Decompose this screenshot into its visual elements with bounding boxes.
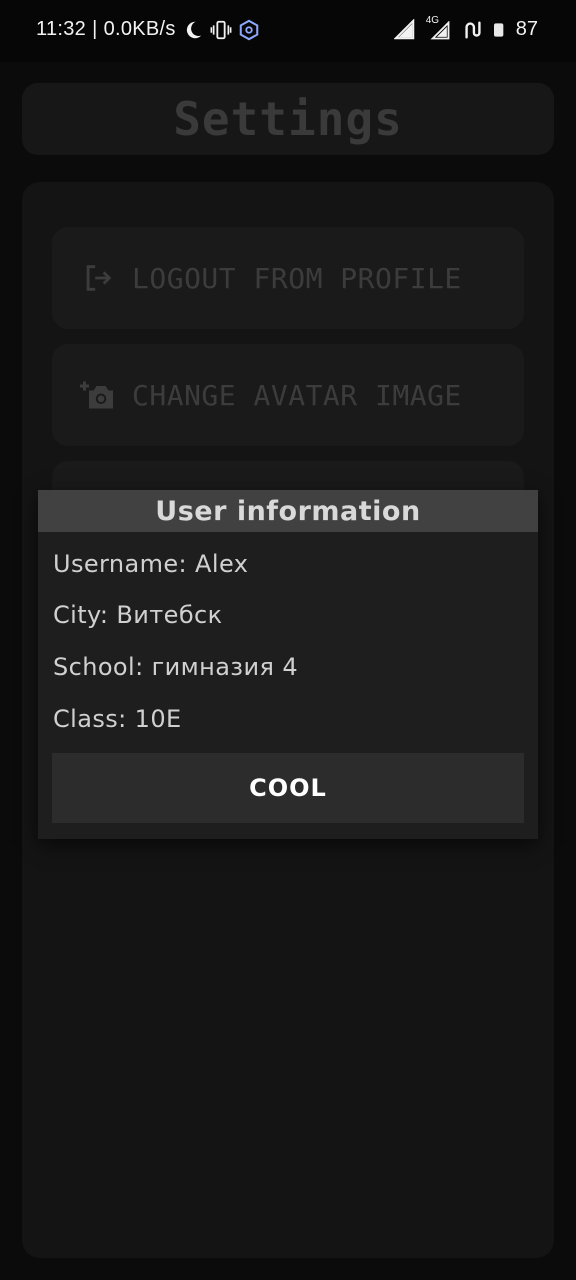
logout-icon — [80, 260, 116, 296]
signal-4g-icon — [430, 20, 450, 39]
moon-icon — [186, 21, 201, 38]
change-avatar-label: CHANGE AVATAR IMAGE — [132, 378, 462, 412]
signal-4g-group: 4G — [424, 15, 454, 41]
add-photo-icon — [80, 377, 116, 413]
vpn-icon — [239, 19, 258, 40]
data-icon — [465, 20, 481, 39]
battery-icon — [493, 22, 504, 37]
net-speed: 0.0KB/s — [103, 18, 176, 40]
school-text: School: гимназия 4 — [53, 653, 298, 681]
vibrate-icon — [210, 20, 232, 39]
class-text: Class: 10E — [53, 705, 182, 733]
status-bar: 11:32 | 0.0KB/s 4G 87 — [0, 0, 576, 62]
status-separator: | — [92, 18, 98, 40]
clock: 11:32 — [36, 18, 87, 40]
dialog-title: User information — [38, 490, 538, 532]
logout-button[interactable]: LOGOUT FROM PROFILE — [52, 227, 524, 329]
screen: 11:32 | 0.0KB/s 4G 87 Settings LOGOUT FR… — [0, 0, 576, 1280]
page-title: Settings — [173, 92, 403, 146]
signal-icon — [393, 18, 415, 39]
header-card: Settings — [22, 83, 554, 155]
battery-level: 87 — [515, 18, 538, 40]
change-avatar-button[interactable]: CHANGE AVATAR IMAGE — [52, 344, 524, 446]
logout-label: LOGOUT FROM PROFILE — [132, 261, 462, 295]
city-text: City: Витебск — [53, 601, 223, 629]
cool-button[interactable]: COOL — [52, 753, 524, 823]
status-left: 11:32 | 0.0KB/s — [36, 18, 260, 41]
status-right: 4G 87 — [393, 15, 538, 41]
user-info-dialog: User information Username: Alex City: Ви… — [38, 490, 538, 839]
username-text: Username: Alex — [53, 550, 249, 578]
